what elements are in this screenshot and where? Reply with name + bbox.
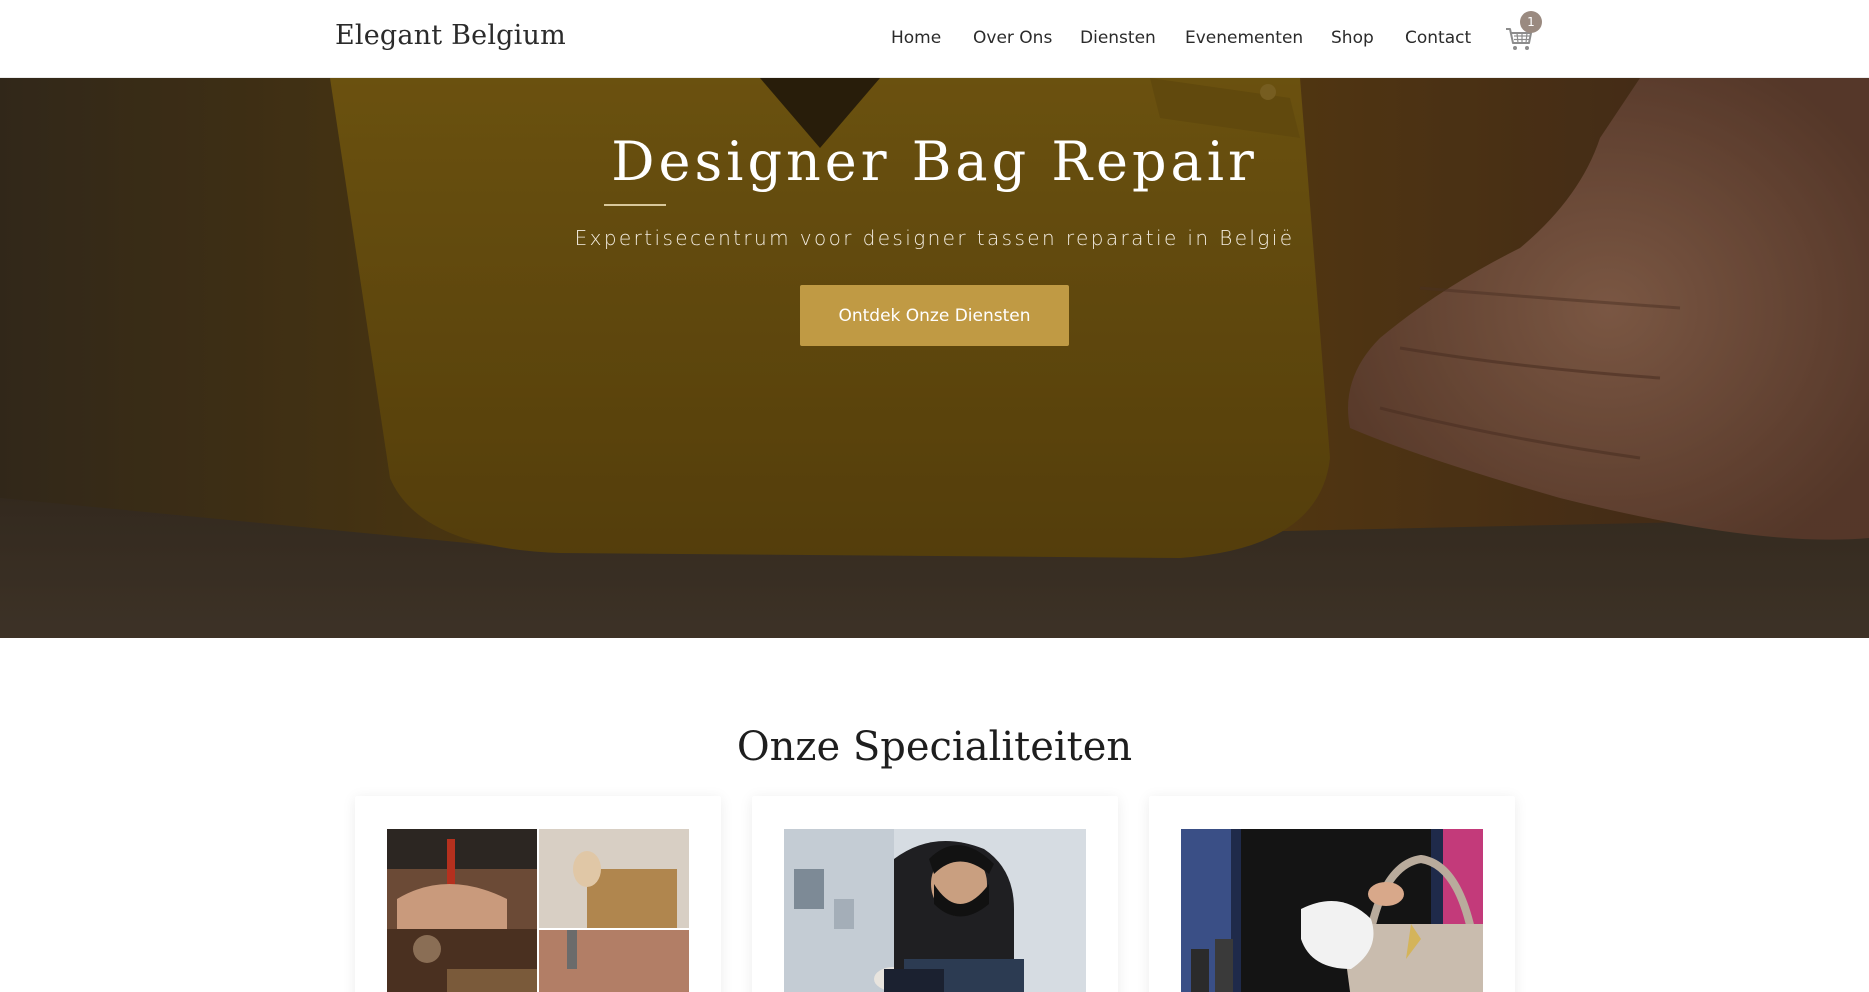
- speciality-image-artisan-at-work: [784, 829, 1086, 992]
- speciality-image-bag-cleaning: [1181, 829, 1483, 992]
- hero-title: Designer Bag Repair: [611, 130, 1258, 193]
- nav-item-over-ons[interactable]: Over Ons: [973, 28, 1052, 48]
- hero-subtitle: Expertisecentrum voor designer tassen re…: [574, 226, 1295, 250]
- hero-banner: Designer Bag Repair Expertisecentrum voo…: [0, 78, 1869, 638]
- hero-divider: [604, 204, 666, 206]
- speciality-card-2[interactable]: [752, 796, 1118, 992]
- section-title-specialities: Onze Specialiteiten: [736, 724, 1133, 770]
- nav-item-contact[interactable]: Contact: [1405, 28, 1471, 48]
- nav-item-diensten[interactable]: Diensten: [1080, 28, 1156, 48]
- site-logo[interactable]: Elegant Belgium: [335, 20, 566, 51]
- nav-item-home[interactable]: Home: [891, 28, 941, 48]
- nav-item-evenementen[interactable]: Evenementen: [1185, 28, 1303, 48]
- speciality-card-3[interactable]: [1149, 796, 1515, 992]
- nav-item-shop[interactable]: Shop: [1331, 28, 1374, 48]
- speciality-card-1[interactable]: [355, 796, 721, 992]
- discover-services-button[interactable]: Ontdek Onze Diensten: [800, 285, 1069, 346]
- cart-count-badge: 1: [1520, 11, 1542, 33]
- speciality-image-leather-craft: [387, 829, 689, 992]
- site-header: Elegant Belgium Home Over Ons Diensten E…: [0, 0, 1869, 78]
